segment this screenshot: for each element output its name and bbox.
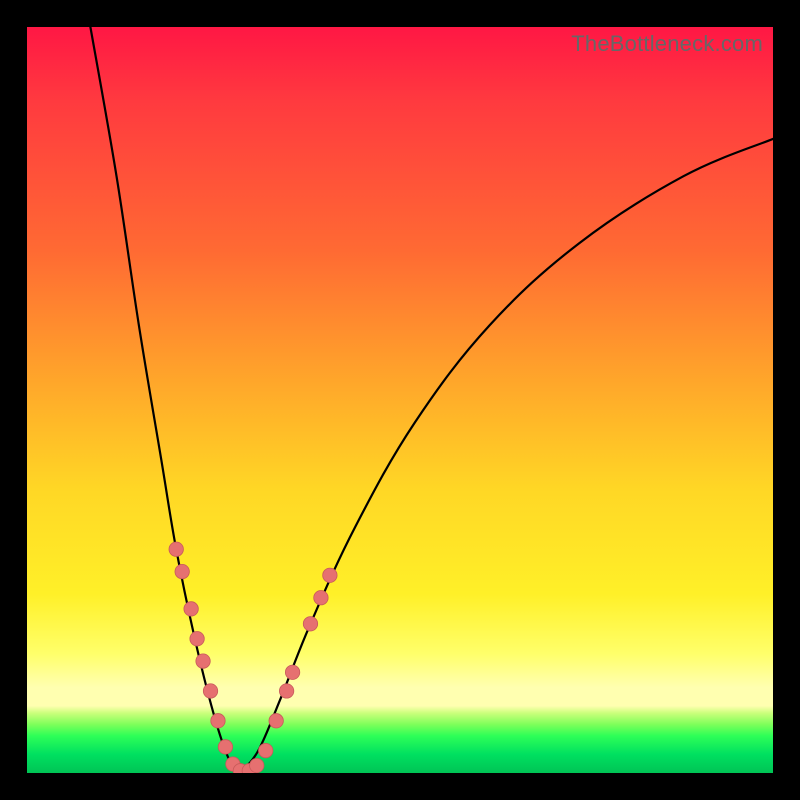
marker-dot [250,758,264,772]
marker-dot [323,568,337,582]
marker-dots-group [169,542,337,773]
marker-dot [259,743,273,757]
marker-dot [190,632,204,646]
curve-group [90,27,773,773]
marker-dot [184,602,198,616]
left-branch-curve [90,27,239,773]
marker-dot [175,564,189,578]
chart-plot-area: TheBottleneck.com [27,27,773,773]
marker-dot [196,654,210,668]
marker-dot [218,740,232,754]
marker-dot [303,617,317,631]
marker-dot [169,542,183,556]
chart-frame: TheBottleneck.com [0,0,800,800]
marker-dot [285,665,299,679]
right-branch-curve [240,139,773,773]
marker-dot [269,714,283,728]
marker-dot [211,714,225,728]
marker-dot [203,684,217,698]
chart-svg [27,27,773,773]
marker-dot [314,590,328,604]
marker-dot [279,684,293,698]
